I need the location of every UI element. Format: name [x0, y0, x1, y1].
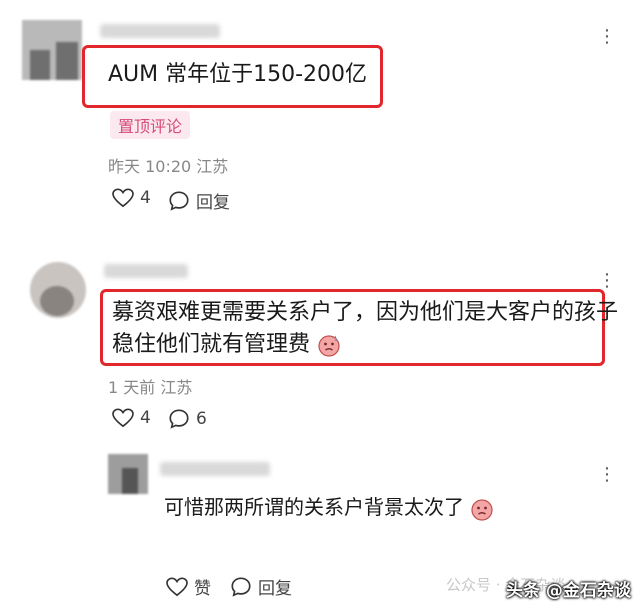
comment-meta: 昨天 10:20 江苏 — [108, 157, 229, 176]
reply-text: 可惜那两所谓的关系户背景太次了 — [164, 492, 494, 523]
more-dots-icon[interactable]: ⋮ — [598, 466, 617, 484]
like-count: 4 — [140, 408, 151, 428]
username[interactable] — [104, 264, 188, 278]
reply-button[interactable]: 回复 — [230, 574, 292, 599]
comment-text-line2: 稳住他们就有管理费 — [112, 329, 341, 360]
username[interactable] — [160, 462, 270, 476]
reply-label: 回复 — [258, 579, 292, 599]
avatar[interactable] — [108, 454, 148, 494]
crying-emoji-icon — [318, 335, 340, 357]
like-button[interactable]: 赞 — [166, 574, 211, 599]
comment-text-line1: 募资艰难更需要关系户了，因为他们是大客户的孩子 — [112, 300, 619, 325]
like-button[interactable]: 4 — [112, 188, 151, 208]
comment-text-line2-text: 稳住他们就有管理费 — [112, 332, 311, 357]
comment-bubble-icon — [169, 190, 189, 211]
reply-text-content: 可惜那两所谓的关系户背景太次了 — [164, 495, 464, 519]
like-count: 4 — [140, 188, 151, 208]
reply-label: 回复 — [196, 193, 230, 213]
watermark: 头条 @金石杂谈 — [506, 581, 631, 601]
reply-count: 6 — [196, 409, 207, 429]
reply-button[interactable]: 6 — [168, 408, 207, 430]
comment-bubble-icon — [169, 409, 189, 429]
heart-icon — [112, 188, 134, 208]
pinned-badge: 置顶评论 — [110, 111, 191, 139]
more-dots-icon[interactable]: ⋮ — [598, 28, 617, 46]
like-button[interactable]: 4 — [112, 408, 151, 428]
comment-meta: 1 天前 江苏 — [108, 378, 193, 397]
comment-text: AUM 常年位于150-200亿 — [108, 62, 368, 87]
comment-bubble-icon — [231, 576, 251, 597]
crying-emoji-icon — [471, 498, 493, 521]
like-label: 赞 — [194, 579, 211, 599]
username[interactable] — [100, 24, 220, 38]
heart-icon — [166, 577, 188, 596]
more-dots-icon[interactable]: ⋮ — [598, 272, 617, 290]
reply-button[interactable]: 回复 — [168, 188, 230, 213]
avatar[interactable] — [30, 262, 86, 318]
heart-icon — [112, 408, 134, 428]
avatar[interactable] — [22, 20, 82, 80]
